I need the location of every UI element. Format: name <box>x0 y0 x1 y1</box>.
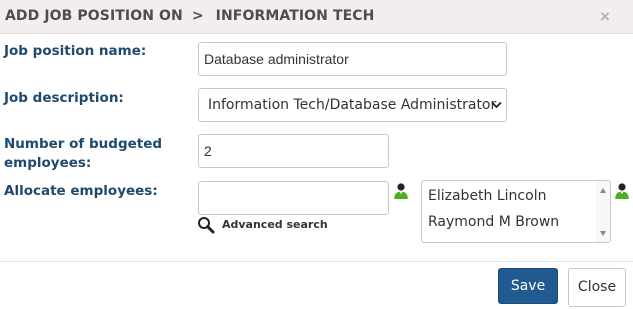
dialog-title-prefix: ADD JOB POSITION ON <box>5 8 183 24</box>
budgeted-employees-value: 2 <box>204 143 212 159</box>
close-button[interactable]: Close <box>568 268 626 307</box>
dialog-title-context: INFORMATION TECH <box>215 8 375 24</box>
chevron-down-icon <box>491 101 502 109</box>
add-job-position-dialog: ADD JOB POSITION ON > INFORMATION TECH ×… <box>0 0 633 309</box>
job-position-name-label: Job position name: <box>4 43 147 59</box>
dialog-header: ADD JOB POSITION ON > INFORMATION TECH × <box>0 0 633 34</box>
job-description-label: Job description: <box>4 90 124 106</box>
job-description-select[interactable]: Information Tech/Database Administrator <box>198 88 507 122</box>
add-person-icon[interactable] <box>614 182 630 200</box>
job-position-name-value: Database administrator <box>204 51 349 67</box>
job-position-name-input[interactable]: Database administrator <box>198 42 507 76</box>
budgeted-employees-label-line1: Number of budgeted <box>4 136 163 152</box>
search-icon <box>198 217 215 234</box>
employee-search-input[interactable] <box>198 181 389 215</box>
list-item[interactable]: Elizabeth Lincoln <box>428 188 546 204</box>
breadcrumb-separator: > <box>191 8 204 24</box>
budgeted-employees-label-line2: employees: <box>4 155 92 171</box>
close-icon[interactable]: × <box>597 8 613 26</box>
list-item[interactable]: Raymond M Brown <box>428 214 559 230</box>
budgeted-employees-input[interactable]: 2 <box>198 134 389 168</box>
save-button[interactable]: Save <box>498 268 558 304</box>
allocate-employees-label: Allocate employees: <box>4 183 158 199</box>
allocated-employees-list[interactable]: Elizabeth Lincoln Raymond M Brown <box>421 180 611 243</box>
advanced-search-label: Advanced search <box>222 218 328 231</box>
add-person-icon[interactable] <box>393 182 409 200</box>
budgeted-employees-label: Number of budgeted employees: <box>4 135 162 173</box>
job-description-selected: Information Tech/Database Administrator <box>208 97 497 113</box>
footer-divider <box>0 261 633 262</box>
list-scrollbar[interactable] <box>596 181 610 242</box>
scroll-down-arrow-icon[interactable] <box>600 231 606 236</box>
scroll-up-arrow-icon[interactable] <box>600 188 606 193</box>
dialog-title: ADD JOB POSITION ON > INFORMATION TECH <box>5 8 374 24</box>
